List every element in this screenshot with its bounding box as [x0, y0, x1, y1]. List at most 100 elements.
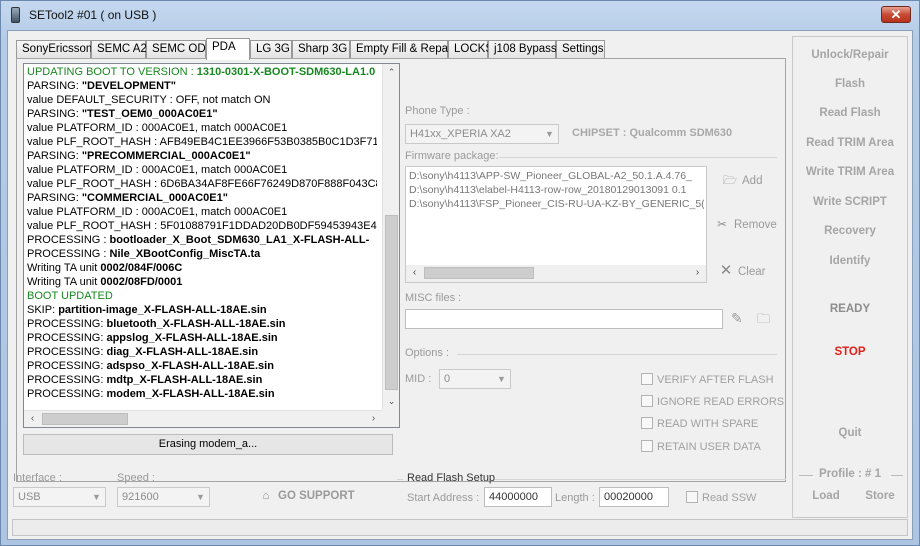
log-line-prefix: value PLATFORM_ID : 000AC0E1, match 000A…: [27, 206, 288, 218]
scroll-thumb[interactable]: [42, 413, 128, 425]
interface-select[interactable]: USB ▼: [13, 487, 106, 507]
read-flash-setup-group: Read Flash Setup Start Address : 4400000…: [397, 472, 786, 516]
chipset-label: CHIPSET : Qualcomm SDM630: [572, 127, 733, 139]
log-line-value: 0002/08FD/0001: [100, 276, 183, 288]
chevron-up-icon[interactable]: ⌃: [383, 64, 399, 81]
log-line-value: adspso_X-FLASH-ALL-18AE.sin: [106, 360, 274, 372]
clear-button[interactable]: ✕ Clear: [718, 261, 766, 279]
log-line: PROCESSING: mdtp_X-FLASH-ALL-18AE.sin: [27, 373, 377, 387]
flash-button[interactable]: Flash: [793, 78, 907, 90]
folder-open-icon: 🗁: [722, 175, 738, 187]
log-line-prefix: PROCESSING :: [27, 234, 110, 246]
log-line-prefix: Writing TA unit: [27, 262, 101, 274]
store-profile-button[interactable]: Store: [857, 490, 903, 502]
tab-j108-bypass[interactable]: j108 Bypass: [488, 40, 557, 59]
tab-settings[interactable]: Settings: [556, 40, 605, 59]
log-console[interactable]: UPDATING BOOT TO VERSION : 1310-0301-X-B…: [23, 63, 400, 428]
tab-sonyericsson[interactable]: SonyEricsson: [16, 40, 92, 59]
tab-locks[interactable]: LOCKS: [448, 40, 493, 59]
speed-select[interactable]: 921600 ▼: [117, 487, 210, 507]
retain-user-data-checkbox[interactable]: RETAIN USER DATA: [641, 440, 761, 453]
read-with-spare-checkbox[interactable]: READ WITH SPARE: [641, 417, 758, 430]
tab-semc-odm[interactable]: SEMC ODM: [146, 40, 215, 59]
stop-button[interactable]: STOP: [793, 346, 907, 358]
scroll-thumb[interactable]: [424, 267, 534, 279]
interface-label: Interface :: [13, 472, 62, 484]
log-line: Writing TA unit 0002/08FD/0001: [27, 275, 377, 289]
log-horizontal-scrollbar[interactable]: ‹ ›: [24, 410, 382, 427]
length-label: Length :: [555, 492, 595, 504]
misc-files-input[interactable]: [405, 309, 723, 329]
read-ssw-checkbox[interactable]: Read SSW: [686, 491, 756, 504]
firmware-horizontal-scrollbar[interactable]: ‹ ›: [406, 265, 706, 282]
log-line-prefix: Writing TA unit: [27, 276, 101, 288]
chevron-right-icon[interactable]: ›: [689, 265, 706, 282]
log-line: PROCESSING : Nile_XBootConfig_MiscTA.ta: [27, 247, 377, 261]
add-button[interactable]: 🗁 Add: [722, 173, 763, 192]
edit-pencil-icon[interactable]: ✎: [731, 310, 743, 327]
list-item[interactable]: D:\sony\h4113\elabel-H4113-row-row_20180…: [409, 183, 704, 197]
mid-label: MID :: [405, 373, 432, 385]
scroll-thumb[interactable]: [385, 215, 398, 390]
quit-button[interactable]: Quit: [793, 427, 907, 439]
list-item[interactable]: D:\sony\h4113\APP-SW_Pioneer_GLOBAL-A2_5…: [409, 169, 704, 183]
folder-icon[interactable]: 🗀: [757, 310, 770, 332]
log-line: PROCESSING : bootloader_X_Boot_SDM630_LA…: [27, 233, 377, 247]
status-ready: READY: [829, 303, 871, 315]
start-address-label: Start Address :: [407, 492, 480, 504]
verify-after-flash-checkbox[interactable]: VERIFY AFTER FLASH: [641, 373, 774, 386]
checkbox-box: [641, 395, 653, 407]
phone-icon: [11, 7, 20, 23]
log-line: PARSING: "COMMERCIAL_000AC0E1": [27, 191, 377, 205]
tab-lg-3g[interactable]: LG 3G: [250, 40, 292, 59]
recovery-button[interactable]: Recovery: [793, 225, 907, 237]
progress-bar: Erasing modem_a...: [23, 434, 393, 455]
log-line-prefix: BOOT UPDATED: [27, 290, 113, 302]
go-support-button[interactable]: ⌂ GO SUPPORT: [258, 490, 355, 502]
divider: [499, 157, 777, 158]
chevron-left-icon[interactable]: ‹: [406, 265, 423, 282]
log-line-prefix: value PLATFORM_ID : 000AC0E1, match 000A…: [27, 122, 288, 134]
tab-sharp-3g[interactable]: Sharp 3G: [292, 40, 350, 59]
write-trim-area-button[interactable]: Write TRIM Area: [793, 166, 907, 178]
tab-semc-a2[interactable]: SEMC A2: [91, 40, 147, 59]
log-line-prefix: PROCESSING:: [27, 332, 107, 344]
action-panel: Unlock/Repair Flash Read Flash Read TRIM…: [792, 36, 908, 518]
mid-value: 0: [444, 373, 451, 385]
log-line-prefix: value PLF_ROOT_HASH : 6D6BA34AF8FE66F762…: [27, 178, 377, 190]
checkbox-box: [686, 491, 698, 503]
chevron-left-icon[interactable]: ‹: [24, 411, 41, 427]
divider: [495, 479, 786, 480]
start-address-input[interactable]: 44000000: [484, 487, 552, 507]
ignore-read-errors-checkbox[interactable]: IGNORE READ ERRORS: [641, 395, 784, 408]
list-item[interactable]: D:\sony\h4113\FSP_Pioneer_CIS-RU-UA-KZ-B…: [409, 197, 704, 211]
load-profile-button[interactable]: Load: [803, 490, 849, 502]
remove-button[interactable]: ✂ Remove: [714, 217, 777, 231]
close-button[interactable]: ✕: [881, 6, 911, 23]
log-line-prefix: PARSING:: [27, 80, 82, 92]
chevron-right-icon[interactable]: ›: [365, 411, 382, 427]
identify-button[interactable]: Identify: [793, 255, 907, 267]
length-input[interactable]: 00020000: [599, 487, 669, 507]
log-line-prefix: UPDATING BOOT TO VERSION :: [27, 66, 197, 78]
tab-pda[interactable]: PDA: [206, 38, 250, 60]
log-vertical-scrollbar[interactable]: ⌃ ⌄: [382, 64, 399, 410]
read-trim-area-button[interactable]: Read TRIM Area: [793, 137, 907, 149]
tab-empty-fill-repair[interactable]: Empty Fill & Repair: [350, 40, 454, 59]
log-line-prefix: PARSING:: [27, 108, 82, 120]
log-line-value: "COMMERCIAL_000AC0E1": [81, 192, 228, 204]
firmware-list[interactable]: D:\sony\h4113\APP-SW_Pioneer_GLOBAL-A2_5…: [405, 166, 707, 283]
chevron-down-icon[interactable]: ⌄: [383, 393, 399, 410]
title-bar[interactable]: SETool2 #01 ( on USB ) ✕: [1, 1, 919, 29]
write-script-button[interactable]: Write SCRIPT: [793, 196, 907, 208]
mid-select[interactable]: 0 ▼: [439, 369, 511, 389]
read-flash-button[interactable]: Read Flash: [793, 107, 907, 119]
log-line-prefix: PROCESSING :: [27, 248, 110, 260]
log-line: value PLATFORM_ID : 000AC0E1, match 000A…: [27, 205, 377, 219]
log-line-value: mdtp_X-FLASH-ALL-18AE.sin: [106, 374, 263, 386]
firmware-label: Firmware package:: [405, 150, 499, 162]
log-line-prefix: PROCESSING:: [27, 318, 107, 330]
log-line-prefix: value PLF_ROOT_HASH : 5F01088791F1DDAD20…: [27, 220, 377, 232]
unlock-repair-button[interactable]: Unlock/Repair: [793, 49, 907, 61]
phone-type-select[interactable]: H41xx_XPERIA XA2 ▼: [405, 124, 559, 144]
